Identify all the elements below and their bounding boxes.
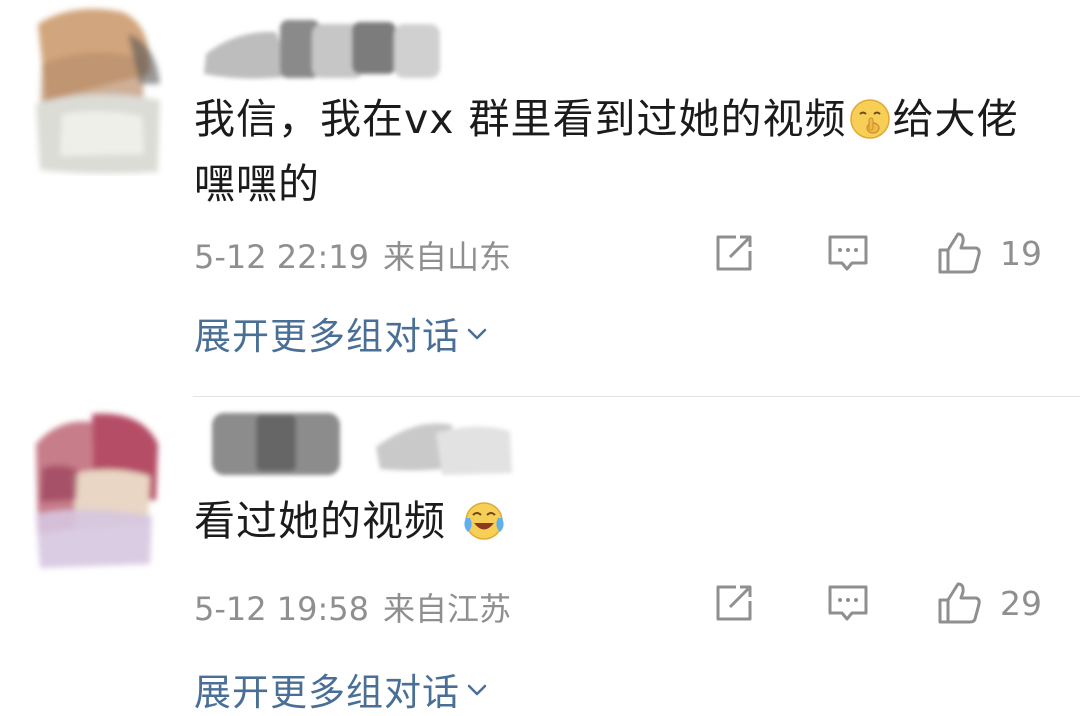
expand-label: 展开更多组对话 [194, 671, 460, 714]
chevron-down-icon [467, 328, 487, 340]
comment-text-part1: 看过她的视频 [194, 497, 461, 545]
share-button[interactable] [712, 228, 756, 278]
reply-button[interactable] [826, 228, 870, 278]
share-icon [716, 235, 752, 271]
username[interactable] [196, 403, 526, 479]
comment-icon [828, 585, 868, 621]
avatar[interactable] [32, 404, 164, 576]
comment-text: 看过她的视频 [194, 492, 1034, 557]
comment-text: 我信，我在vx 群里看到过她的视频 给大佬嘿嘿的 [194, 90, 1034, 213]
share-button[interactable] [712, 578, 756, 628]
expand-conversation-link[interactable]: 展开更多组对话 [194, 662, 488, 716]
avatar[interactable] [32, 4, 164, 176]
divider [193, 396, 1080, 397]
like-button[interactable]: 29 [936, 578, 1042, 628]
expand-label: 展开更多组对话 [194, 315, 460, 358]
expand-conversation-link[interactable]: 展开更多组对话 [194, 306, 488, 360]
comment-item: 我信，我在vx 群里看到过她的视频 给大佬嘿嘿的 5-12 22:19来自山东 [0, 0, 1080, 396]
like-button[interactable]: 19 [936, 228, 1042, 278]
reply-button[interactable] [826, 578, 870, 628]
comment-text-part1: 我信，我在vx 群里看到过她的视频 [194, 95, 847, 143]
chevron-down-icon [467, 684, 487, 696]
comment-item: 看过她的视频 5-12 19:58 来自江苏 29 展开更多组对话 [0, 398, 1080, 714]
username[interactable] [196, 10, 526, 86]
comment-icon [828, 235, 868, 271]
crying-laughing-emoji [462, 499, 506, 557]
shushing-face-emoji [849, 97, 891, 155]
like-count: 19 [1000, 233, 1042, 273]
comment-actions: 29 [0, 578, 1080, 628]
share-icon [716, 585, 752, 621]
comment-actions: 19 [0, 228, 1080, 278]
thumbs-up-icon [938, 582, 981, 624]
like-count: 29 [1000, 583, 1042, 623]
thumbs-up-icon [938, 232, 981, 274]
